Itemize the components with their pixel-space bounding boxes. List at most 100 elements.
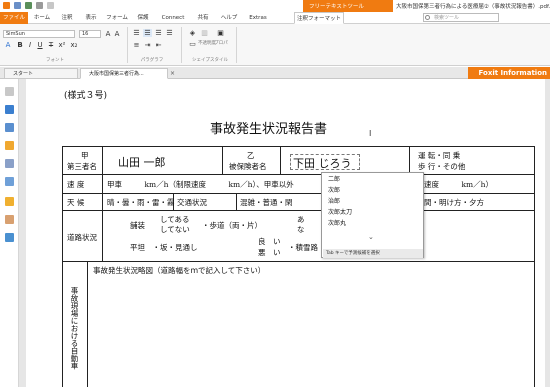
autocomplete-item[interactable]: 二郎 bbox=[328, 176, 340, 184]
driving-options: 歩 行・その他 bbox=[418, 162, 466, 171]
superscript-icon[interactable]: x² bbox=[58, 41, 66, 49]
save-icon[interactable] bbox=[25, 2, 32, 9]
outdent-icon[interactable]: ⇤ bbox=[154, 41, 163, 49]
diagram-title: 事故発生状況略図（道路幅をｍで記入して下さい） bbox=[93, 266, 266, 275]
open-icon[interactable] bbox=[14, 2, 21, 9]
party-b-label: 被保険者名 bbox=[229, 162, 267, 171]
search-input[interactable]: 検索ツール bbox=[423, 13, 499, 22]
signatures-icon[interactable] bbox=[5, 215, 14, 224]
style-number: (様式３号) bbox=[64, 91, 108, 101]
layers-icon[interactable] bbox=[5, 159, 14, 168]
group-paragraph-label: パラグラフ bbox=[140, 58, 164, 63]
group-font-label: フォント bbox=[46, 58, 64, 63]
align-justify-icon[interactable]: ☰ bbox=[165, 29, 174, 37]
properties-icon[interactable]: ▣ bbox=[216, 29, 225, 37]
autocomplete-item[interactable]: 次郎丸 bbox=[328, 220, 346, 228]
context-tab-header: フリーテキストツール bbox=[303, 0, 393, 12]
strikethrough-icon[interactable]: T bbox=[47, 41, 55, 49]
align-center-icon[interactable]: ☰ bbox=[143, 29, 152, 37]
title-bar: フリーテキストツール 大阪市国保第三者行為による医療届②（事故状況報告書）.pd… bbox=[0, 0, 550, 12]
align-right-icon[interactable]: ☰ bbox=[154, 29, 163, 37]
road-paved: 舗装 bbox=[130, 221, 145, 230]
tab-comment[interactable]: 注釈 bbox=[55, 12, 79, 24]
table-border bbox=[280, 146, 281, 174]
table-border bbox=[222, 146, 223, 174]
tab-connect[interactable]: Connect bbox=[155, 12, 191, 24]
autocomplete-footer: Tab キーで予測候補を選択 bbox=[323, 249, 423, 258]
table-border bbox=[236, 193, 237, 210]
security-icon[interactable] bbox=[5, 197, 14, 206]
bookmarks-icon[interactable] bbox=[5, 123, 14, 132]
comments-icon[interactable] bbox=[5, 141, 14, 150]
shrink-font-icon[interactable]: A bbox=[113, 30, 121, 38]
attachments-icon[interactable] bbox=[5, 177, 14, 186]
chevron-down-icon[interactable]: ⌄ bbox=[368, 233, 374, 241]
autocomplete-item[interactable]: 次郎 bbox=[328, 187, 340, 195]
tab-form[interactable]: フォーム bbox=[103, 12, 131, 24]
road-label: 道路状況 bbox=[67, 233, 97, 242]
ribbon-separator bbox=[127, 27, 128, 63]
table-border bbox=[62, 174, 535, 175]
tab-help[interactable]: ヘルプ bbox=[215, 12, 243, 24]
traffic-label: 交通状況 bbox=[177, 198, 207, 207]
road-flat: 平坦 ・坂・見通し bbox=[130, 243, 198, 252]
subscript-icon[interactable]: x₂ bbox=[70, 41, 78, 49]
document-title: 大阪市国保第三者行為による医療届②（事故状況報告書）.pdf... bbox=[396, 4, 550, 10]
font-name-select[interactable]: SimSun bbox=[3, 30, 75, 38]
border-color-icon[interactable]: ▭ bbox=[188, 40, 197, 48]
party-a-name[interactable]: 山田 一郎 bbox=[118, 154, 166, 170]
time-options: 間・明け方・夕方 bbox=[424, 198, 484, 207]
align-left-icon[interactable]: ☰ bbox=[132, 29, 141, 37]
tab-document[interactable]: 大阪市国保第三者行為... bbox=[80, 68, 168, 79]
opacity-label: 不透明度 bbox=[198, 41, 216, 46]
tab-share[interactable]: 共有 bbox=[191, 12, 215, 24]
autocomplete-dropdown: 二郎 次郎 治郎 次郎太刀 次郎丸 ⌄ Tab キーで予測候補を選択 bbox=[321, 172, 424, 258]
table-border bbox=[62, 261, 535, 262]
road-sidewalk: ・歩道（両・片） bbox=[202, 221, 262, 230]
line-spacing-icon[interactable]: ≡ bbox=[132, 41, 141, 49]
underline-icon[interactable]: U bbox=[36, 41, 44, 49]
form-title: 事故発生状況報告書 bbox=[210, 122, 328, 137]
tab-extras[interactable]: Extras bbox=[243, 12, 273, 24]
italic-icon[interactable]: I bbox=[26, 41, 34, 49]
users-icon[interactable] bbox=[5, 233, 14, 242]
font-size-select[interactable]: 16 bbox=[79, 30, 101, 38]
autocomplete-item[interactable]: 治郎 bbox=[328, 198, 340, 206]
tab-view[interactable]: 表示 bbox=[79, 12, 103, 24]
fill-color-icon[interactable]: ◈ bbox=[188, 29, 197, 37]
party-b-label: 乙 bbox=[247, 151, 255, 160]
traffic-options: 混雑・普通・閑 bbox=[240, 198, 293, 207]
autocomplete-item[interactable]: 次郎太刀 bbox=[328, 209, 352, 217]
vertical-scrollbar[interactable] bbox=[545, 79, 550, 387]
hand-tool-icon[interactable] bbox=[5, 87, 14, 96]
indent-icon[interactable]: ⇥ bbox=[143, 41, 152, 49]
undo-icon[interactable] bbox=[47, 2, 54, 9]
bold-icon[interactable]: B bbox=[16, 41, 24, 49]
tab-file[interactable]: ファイル bbox=[0, 12, 28, 24]
ribbon: SimSun 16 A A A B I U T x² x₂ フォント ☰ ☰ ☰… bbox=[0, 24, 550, 66]
speed-label: 速 度 bbox=[67, 180, 85, 189]
group-shape-style-label: シェイプスタイル bbox=[192, 58, 228, 63]
tab-start[interactable]: スタート bbox=[4, 68, 78, 79]
font-color-icon[interactable]: A bbox=[4, 41, 12, 49]
vertical-label: 事故現場における自動車 bbox=[70, 287, 79, 370]
menu-bar: ファイル ホーム 注釈 表示 フォーム 保護 Connect 共有 ヘルプ Ex… bbox=[0, 12, 550, 24]
app-logo-icon bbox=[3, 2, 10, 9]
speed-text: 甲車 km／h（制限速度 km／h）、甲車以外 bbox=[107, 180, 294, 189]
grow-font-icon[interactable]: A bbox=[104, 30, 112, 38]
tab-home[interactable]: ホーム bbox=[29, 12, 55, 24]
party-a-label: 第三者名 bbox=[67, 162, 97, 171]
tab-close-icon[interactable]: × bbox=[170, 70, 175, 77]
foxit-information-button[interactable]: Foxit Information bbox=[468, 67, 550, 79]
search-icon bbox=[425, 15, 430, 20]
tab-comment-format[interactable]: 注釈フォーマット bbox=[294, 12, 344, 24]
pages-icon[interactable] bbox=[5, 105, 14, 114]
table-border bbox=[409, 146, 410, 174]
opacity-icon[interactable]: ▥ bbox=[200, 29, 209, 37]
road-nashi: な bbox=[297, 225, 305, 234]
table-border bbox=[102, 146, 103, 261]
print-icon[interactable] bbox=[36, 2, 43, 9]
tab-protect[interactable]: 保護 bbox=[131, 12, 155, 24]
party-b-name-input[interactable]: 下田 じろう bbox=[293, 155, 352, 171]
table-border bbox=[62, 146, 535, 147]
